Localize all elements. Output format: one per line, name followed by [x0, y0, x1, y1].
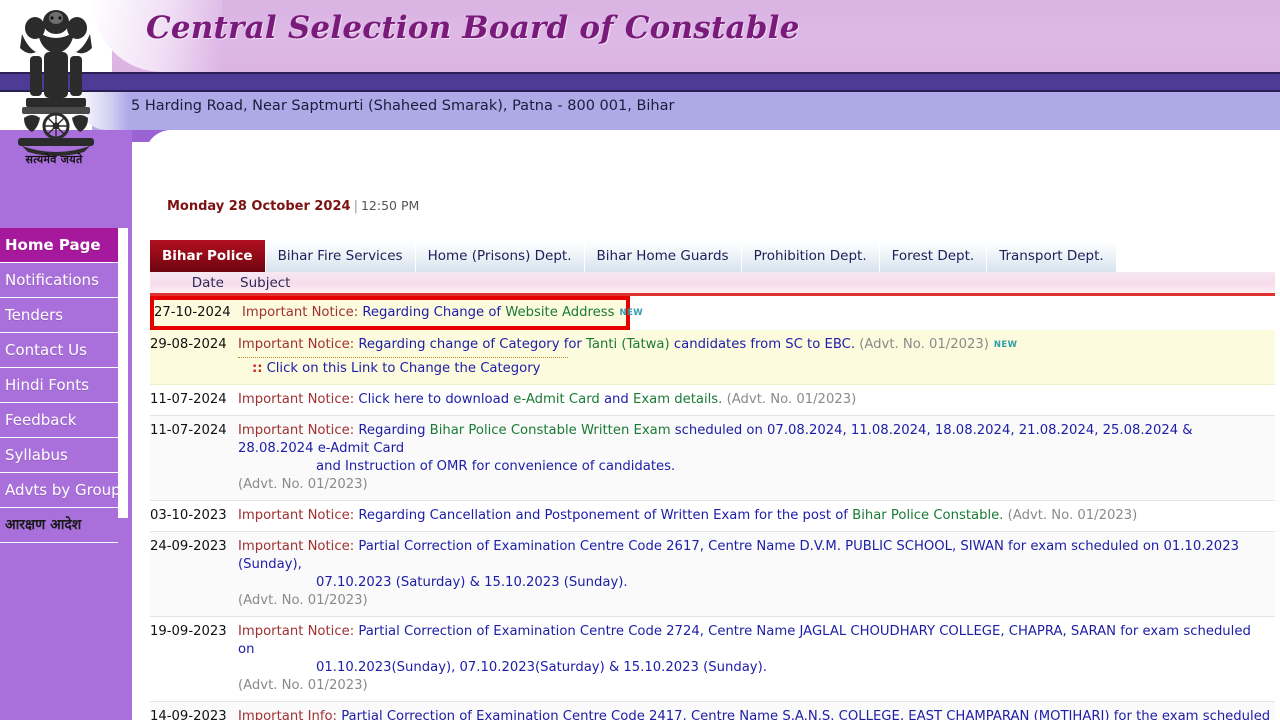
notice-text-part-1[interactable]: Partial Correction of Examination Centre…: [238, 539, 1239, 572]
emblem-caption: सत्यमेव जयते: [6, 152, 102, 167]
table-row[interactable]: 19-09-2023 Important Notice: Partial Cor…: [150, 617, 1275, 702]
page-root: Central Selection Board of Constable 5 H…: [0, 0, 1280, 720]
sidebar-item-contact-us[interactable]: Contact Us: [0, 333, 118, 368]
current-date: Monday 28 October 2024: [167, 199, 351, 214]
notice-label: Important Notice:: [238, 423, 354, 438]
notice-date: 29-08-2024: [150, 336, 232, 354]
notice-subject[interactable]: Important Notice: Regarding change of Ca…: [232, 336, 1275, 378]
notice-label: Important Notice:: [238, 508, 354, 523]
notice-advt-number: (Advt. No. 01/2023): [238, 477, 368, 492]
notice-text-part-1[interactable]: Partial Correction of Examination Centre…: [238, 624, 1251, 657]
notice-text-part-1[interactable]: Regarding Change of: [362, 305, 501, 320]
notice-date: 14-09-2023: [150, 708, 232, 720]
notice-text-part-4[interactable]: Exam details.: [633, 392, 722, 407]
notice-date: 24-09-2023: [150, 538, 232, 556]
notice-subject[interactable]: Important Info: Partial Correction of Ex…: [232, 708, 1275, 720]
notice-subject[interactable]: Important Notice: Click here to download…: [232, 391, 1275, 409]
notice-text-part-1[interactable]: Regarding Cancellation and Postponement …: [358, 508, 848, 523]
notice-text-part-2[interactable]: Bihar Police Constable Written Exam: [430, 423, 671, 438]
notice-date: 03-10-2023: [150, 507, 232, 525]
table-row[interactable]: 03-10-2023 Important Notice: Regarding C…: [150, 501, 1275, 532]
table-row[interactable]: 29-08-2024 Important Notice: Regarding c…: [150, 330, 1275, 385]
notice-date: 19-09-2023: [150, 623, 232, 641]
notice-text-part-3[interactable]: candidates from SC to EBC.: [674, 337, 855, 352]
table-row[interactable]: 24-09-2023 Important Notice: Partial Cor…: [150, 532, 1275, 617]
column-header-subject: Subject: [232, 275, 290, 291]
notice-text-part-1[interactable]: Partial Correction of Examination Centre…: [238, 709, 1270, 720]
sidebar-item-home-page[interactable]: Home Page: [0, 228, 118, 263]
department-tabs: Bihar Police Bihar Fire Services Home (P…: [150, 240, 1117, 272]
notice-subject[interactable]: Important Notice: Regarding Bihar Police…: [232, 422, 1275, 494]
notice-text-part-2[interactable]: Website Address: [505, 305, 614, 320]
main-content-panel: Monday 28 October 2024|12:50 PM Bihar Po…: [145, 130, 1280, 720]
new-badge-icon: NEW: [994, 336, 1018, 354]
tab-prohibition-dept[interactable]: Prohibition Dept.: [742, 240, 880, 272]
sublink-marker: ::: [252, 361, 263, 376]
tab-home-prisons-dept[interactable]: Home (Prisons) Dept.: [416, 240, 585, 272]
table-row[interactable]: 11-07-2024 Important Notice: Regarding B…: [150, 416, 1275, 501]
notice-text-part-1[interactable]: Regarding: [358, 423, 425, 438]
notice-advt-number: (Advt. No. 01/2023): [1008, 508, 1138, 523]
current-datetime: Monday 28 October 2024|12:50 PM: [167, 198, 419, 214]
notices-table: Date Subject 27-10-2024 Important Notice…: [150, 272, 1275, 720]
table-row[interactable]: 11-07-2024 Important Notice: Click here …: [150, 385, 1275, 416]
notice-label: Important Notice:: [238, 392, 354, 407]
notice-label: Important Notice:: [238, 624, 354, 639]
ashoka-pillar-emblem-icon: [8, 4, 104, 172]
notice-label: Important Notice:: [238, 539, 354, 554]
sidebar-item-notifications[interactable]: Notifications: [0, 263, 118, 298]
sidebar-nav-gutter: [118, 228, 128, 518]
notice-text-part-2[interactable]: Bihar Police Constable.: [852, 508, 1003, 523]
table-row[interactable]: 14-09-2023 Important Info: Partial Corre…: [150, 702, 1275, 720]
datetime-separator: |: [354, 199, 358, 214]
banner-divider-bar: [0, 72, 1280, 92]
sidebar-item-feedback[interactable]: Feedback: [0, 403, 118, 438]
notice-text-part-2[interactable]: Tanti (Tatwa): [586, 337, 670, 352]
notice-date: 11-07-2024: [150, 391, 232, 409]
notice-text-part-2[interactable]: e-Admit Card: [513, 392, 599, 407]
sidebar-item-tenders[interactable]: Tenders: [0, 298, 118, 333]
page-title: Central Selection Board of Constable: [146, 10, 800, 46]
notice-date: 27-10-2024: [154, 304, 236, 322]
notice-text-line-2[interactable]: 01.10.2023(Sunday), 07.10.2023(Saturday)…: [238, 659, 1271, 677]
tab-transport-dept[interactable]: Transport Dept.: [987, 240, 1117, 272]
notice-sublink-row[interactable]: ::Click on this Link to Change the Categ…: [238, 360, 1271, 378]
sidebar-item-syllabus[interactable]: Syllabus: [0, 438, 118, 473]
notice-text-line-2[interactable]: 07.10.2023 (Saturday) & 15.10.2023 (Sund…: [238, 574, 1271, 592]
tab-bihar-fire-services[interactable]: Bihar Fire Services: [266, 240, 416, 272]
notice-advt-number: (Advt. No. 01/2023): [238, 593, 368, 608]
notice-subject[interactable]: Important Notice: Regarding Change of We…: [236, 304, 647, 322]
tab-forest-dept[interactable]: Forest Dept.: [880, 240, 988, 272]
notice-date: 11-07-2024: [150, 422, 232, 440]
tab-bihar-police[interactable]: Bihar Police: [150, 240, 266, 272]
notice-advt-number: (Advt. No. 01/2023): [238, 678, 368, 693]
sidebar-item-advts-by-group[interactable]: Advts by Group: [0, 473, 118, 508]
column-header-date: Date: [150, 275, 232, 291]
notice-subject[interactable]: Important Notice: Regarding Cancellation…: [232, 507, 1275, 525]
dotted-divider: [238, 357, 568, 358]
notice-text-part-1[interactable]: Click here to download: [358, 392, 509, 407]
sidebar-item-hindi-fonts[interactable]: Hindi Fonts: [0, 368, 118, 403]
sidebar-item-aarakshan-aadesh[interactable]: आरक्षण आदेश: [0, 508, 118, 543]
notice-label: Important Info:: [238, 709, 337, 720]
notice-subject[interactable]: Important Notice: Partial Correction of …: [232, 538, 1275, 610]
notice-subject[interactable]: Important Notice: Partial Correction of …: [232, 623, 1275, 695]
site-banner: Central Selection Board of Constable 5 H…: [0, 0, 1280, 140]
notice-text-part-3[interactable]: and: [604, 392, 629, 407]
notice-advt-number: (Advt. No. 01/2023): [727, 392, 857, 407]
sidebar-nav: Home Page Notifications Tenders Contact …: [0, 228, 118, 543]
new-badge-icon: NEW: [620, 304, 644, 322]
site-address: 5 Harding Road, Near Saptmurti (Shaheed …: [131, 98, 674, 114]
table-header-row: Date Subject: [150, 272, 1275, 296]
table-row[interactable]: 27-10-2024 Important Notice: Regarding C…: [150, 296, 630, 330]
notice-sublink[interactable]: Click on this Link to Change the Categor…: [267, 361, 541, 376]
notice-advt-number: (Advt. No. 01/2023): [859, 337, 989, 352]
current-time: 12:50 PM: [361, 198, 419, 213]
notice-text-part-1[interactable]: Regarding change of Category for: [358, 337, 581, 352]
notice-text-line-2[interactable]: and Instruction of OMR for convenience o…: [238, 458, 1271, 476]
notice-label: Important Notice:: [242, 305, 358, 320]
notice-label: Important Notice:: [238, 337, 354, 352]
tab-bihar-home-guards[interactable]: Bihar Home Guards: [585, 240, 742, 272]
